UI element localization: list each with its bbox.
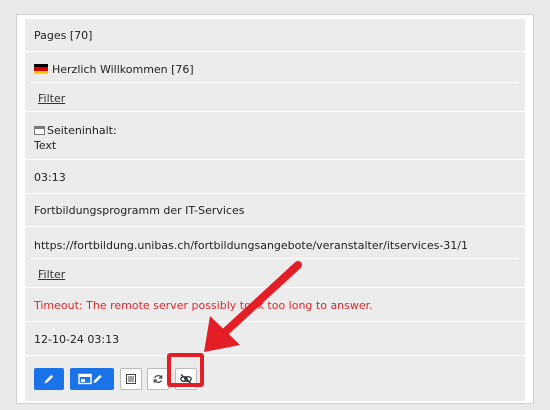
page-item[interactable]: Herzlich Willkommen [76] — [34, 63, 194, 76]
divider — [31, 258, 519, 259]
content-label-wrap: Seiteninhalt: — [34, 124, 117, 137]
content-label: Seiteninhalt: — [47, 124, 117, 137]
time-row: 03:13 — [25, 161, 525, 194]
external-url[interactable]: https://fortbildung.unibas.ch/fortbildun… — [34, 239, 468, 252]
bottom-strip — [0, 404, 550, 410]
refresh-icon — [152, 373, 164, 385]
link-check-card: Pages [70] Herzlich Willkommen [76] Filt… — [16, 14, 534, 404]
pencil-icon — [43, 373, 55, 385]
program-title: Fortbildungsprogramm der IT-Services — [34, 204, 245, 217]
content-type: Text — [34, 139, 57, 152]
edit-button[interactable] — [34, 368, 64, 390]
list-button[interactable] — [120, 368, 142, 390]
datetime-row: 12-10-24 03:13 — [25, 323, 525, 356]
edit-content-button[interactable] — [70, 368, 114, 390]
pages-header-row: Pages [70] — [25, 19, 525, 52]
highlight-box — [167, 353, 204, 387]
pages-header: Pages [70] — [34, 28, 93, 42]
page-item-title: Herzlich Willkommen [76] — [52, 63, 194, 76]
divider — [31, 82, 519, 83]
filter-link-2[interactable]: Filter — [38, 268, 65, 281]
link-check-panel: Pages [70] Herzlich Willkommen [76] Filt… — [25, 19, 525, 401]
edit-content-icon — [78, 373, 106, 385]
datetime: 12-10-24 03:13 — [34, 332, 120, 346]
list-icon — [125, 373, 137, 385]
url-row: https://fortbildung.unibas.ch/fortbildun… — [25, 228, 525, 288]
content-element-icon — [34, 126, 45, 135]
content-row: Seiteninhalt: Text — [25, 113, 525, 160]
time-short: 03:13 — [34, 170, 66, 184]
timeout-message: Timeout: The remote server possibly took… — [34, 298, 373, 312]
page-item-row: Herzlich Willkommen [76] Filter — [25, 52, 525, 112]
timeout-row: Timeout: The remote server possibly took… — [25, 289, 525, 322]
germany-flag-icon — [34, 64, 48, 74]
program-title-row: Fortbildungsprogramm der IT-Services — [25, 195, 525, 227]
toolbar — [25, 357, 525, 401]
filter-link-1[interactable]: Filter — [38, 92, 65, 105]
refresh-button[interactable] — [147, 368, 169, 390]
